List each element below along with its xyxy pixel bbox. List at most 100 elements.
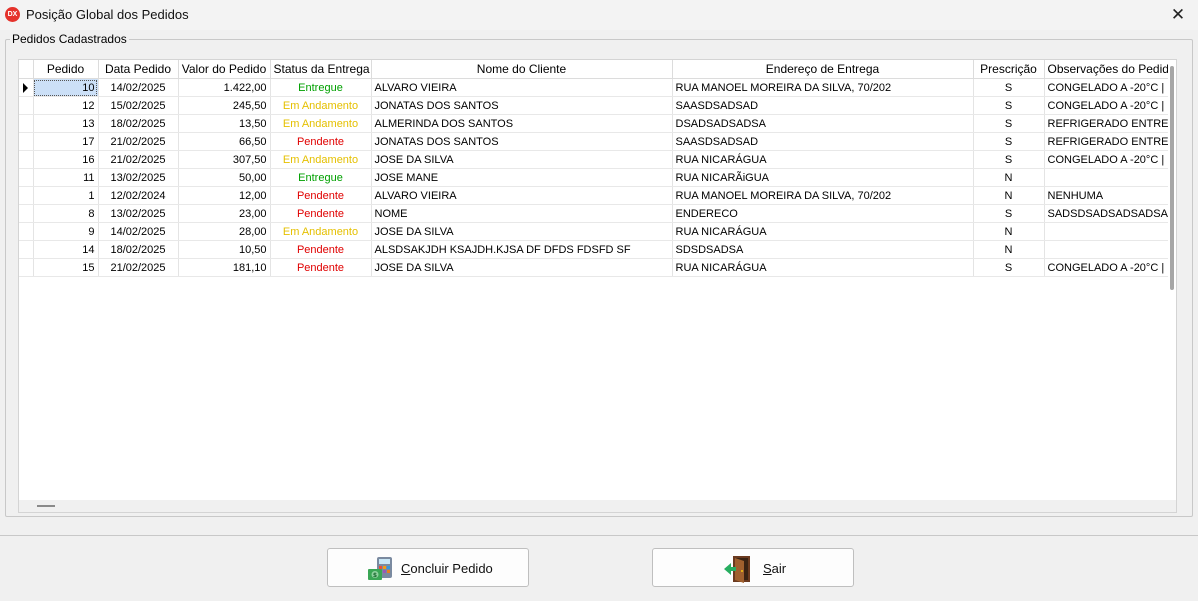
cell-data-pedido[interactable]: 15/02/2025 — [98, 96, 179, 115]
cell-valor[interactable]: 1.422,00 — [178, 78, 271, 97]
column-header[interactable]: Data Pedido — [98, 60, 179, 79]
cell-valor[interactable]: 307,50 — [178, 150, 271, 169]
table-row[interactable]: 10 14/02/2025 1.422,00 Entregue ALVARO VIEIR… — [19, 78, 1171, 97]
cell-prescricao[interactable]: N — [973, 186, 1045, 205]
cell-endereco[interactable]: RUA NICARÁGUA — [672, 150, 974, 169]
cell-endereco[interactable]: SAASDSADSAD — [672, 132, 974, 151]
cell-cliente[interactable]: JONATAS DOS SANTOS — [371, 132, 673, 151]
vertical-scroll-thumb[interactable] — [1170, 66, 1174, 290]
cell-pedido[interactable]: 16 — [33, 150, 99, 169]
cell-valor[interactable]: 245,50 — [178, 96, 271, 115]
cell-cliente[interactable]: JOSE DA SILVA — [371, 150, 673, 169]
cell-valor[interactable]: 12,00 — [178, 186, 271, 205]
cell-status[interactable]: Pendente — [270, 186, 372, 205]
cell-status[interactable]: Entregue — [270, 78, 372, 97]
row-indicator[interactable] — [19, 186, 34, 205]
cell-status[interactable]: Em Andamento — [270, 222, 372, 241]
cell-pedido[interactable]: 9 — [33, 222, 99, 241]
cell-observacoes[interactable]: CONGELADO A -20°C | REFRIGERADO — [1044, 96, 1171, 115]
cell-valor[interactable]: 66,50 — [178, 132, 271, 151]
cell-status[interactable]: Pendente — [270, 204, 372, 223]
cell-pedido[interactable]: 13 — [33, 114, 99, 133]
cell-observacoes[interactable]: SADSDSADSADSADSADSADSAD — [1044, 204, 1171, 223]
cell-cliente[interactable]: JOSE DA SILVA — [371, 222, 673, 241]
cell-status[interactable]: Pendente — [270, 132, 372, 151]
table-row[interactable]: 13 18/02/2025 13,50 Em Andamento ALMERINDA D… — [19, 114, 1171, 133]
row-indicator[interactable] — [19, 96, 34, 115]
column-header[interactable]: Status da Entrega — [270, 60, 372, 79]
cell-cliente[interactable]: JONATAS DOS SANTOS — [371, 96, 673, 115]
cell-pedido[interactable]: 8 — [33, 204, 99, 223]
cell-data-pedido[interactable]: 21/02/2025 — [98, 132, 179, 151]
cell-cliente[interactable]: JOSE DA SILVA — [371, 258, 673, 277]
cell-valor[interactable]: 28,00 — [178, 222, 271, 241]
cell-endereco[interactable]: RUA NICARÁGUA — [672, 222, 974, 241]
horizontal-scroll-thumb[interactable] — [37, 505, 55, 507]
cell-endereco[interactable]: RUA NICARÁGUA — [672, 258, 974, 277]
row-indicator[interactable] — [19, 240, 34, 259]
column-header[interactable]: Nome do Cliente — [371, 60, 673, 79]
column-header[interactable]: Valor do Pedido — [178, 60, 271, 79]
cell-pedido[interactable]: 1 — [33, 186, 99, 205]
row-indicator[interactable] — [19, 132, 34, 151]
row-indicator[interactable] — [19, 150, 34, 169]
column-header[interactable]: Endereço de Entrega — [672, 60, 974, 79]
cell-cliente[interactable]: ALMERINDA DOS SANTOS — [371, 114, 673, 133]
concluir-pedido-button[interactable]: $ Concluir Pedido — [327, 548, 529, 587]
cell-data-pedido[interactable]: 12/02/2024 — [98, 186, 179, 205]
cell-endereco[interactable]: SDSDSADSA — [672, 240, 974, 259]
table-row[interactable]: 8 13/02/2025 23,00 Pendente NOME ENDERECO S SAD… — [19, 204, 1171, 223]
cell-data-pedido[interactable]: 21/02/2025 — [98, 258, 179, 277]
row-indicator[interactable] — [19, 258, 34, 277]
cell-observacoes[interactable] — [1044, 222, 1171, 241]
cell-observacoes[interactable]: CONGELADO A -20°C | REFRIGERADO — [1044, 258, 1171, 277]
cell-data-pedido[interactable]: 18/02/2025 — [98, 240, 179, 259]
cell-pedido[interactable]: 15 — [33, 258, 99, 277]
cell-observacoes[interactable]: NENHUMA — [1044, 186, 1171, 205]
row-indicator[interactable] — [19, 204, 34, 223]
table-row[interactable]: 12 15/02/2025 245,50 Em Andamento JONATAS DO… — [19, 96, 1171, 115]
cell-pedido[interactable]: 11 — [33, 168, 99, 187]
cell-observacoes[interactable] — [1044, 168, 1171, 187]
cell-observacoes[interactable]: REFRIGERADO ENTRE 2°C e 8°C — [1044, 114, 1171, 133]
cell-prescricao[interactable]: N — [973, 168, 1045, 187]
cell-prescricao[interactable]: S — [973, 150, 1045, 169]
cell-observacoes[interactable]: REFRIGERADO ENTRE 2°C e 8°C — [1044, 132, 1171, 151]
cell-status[interactable]: Em Andamento — [270, 150, 372, 169]
vertical-scrollbar[interactable] — [1168, 60, 1176, 512]
horizontal-scrollbar[interactable] — [19, 500, 1176, 512]
table-row[interactable]: 9 14/02/2025 28,00 Em Andamento JOSE DA SILV… — [19, 222, 1171, 241]
row-indicator[interactable] — [19, 168, 34, 187]
cell-prescricao[interactable]: N — [973, 240, 1045, 259]
cell-valor[interactable]: 13,50 — [178, 114, 271, 133]
cell-prescricao[interactable]: S — [973, 258, 1045, 277]
table-row[interactable]: 1 12/02/2024 12,00 Pendente ALVARO VIEIRA RUA… — [19, 186, 1171, 205]
row-indicator[interactable] — [19, 78, 34, 97]
cell-observacoes[interactable]: CONGELADO A -20°C | NENHUMA — [1044, 78, 1171, 97]
cell-cliente[interactable]: ALVARO VIEIRA — [371, 186, 673, 205]
table-row[interactable]: 15 21/02/2025 181,10 Pendente JOSE DA SILVA R… — [19, 258, 1171, 277]
cell-pedido[interactable]: 12 — [33, 96, 99, 115]
cell-valor[interactable]: 23,00 — [178, 204, 271, 223]
cell-data-pedido[interactable]: 14/02/2025 — [98, 222, 179, 241]
cell-pedido[interactable]: 14 — [33, 240, 99, 259]
cell-data-pedido[interactable]: 13/02/2025 — [98, 168, 179, 187]
column-header[interactable]: Pedido — [33, 60, 99, 79]
cell-status[interactable]: Em Andamento — [270, 96, 372, 115]
cell-observacoes[interactable]: CONGELADO A -20°C | REFRIGERADO — [1044, 150, 1171, 169]
cell-status[interactable]: Entregue — [270, 168, 372, 187]
cell-valor[interactable]: 50,00 — [178, 168, 271, 187]
cell-data-pedido[interactable]: 18/02/2025 — [98, 114, 179, 133]
cell-observacoes[interactable] — [1044, 240, 1171, 259]
cell-pedido[interactable]: 10 — [33, 78, 99, 97]
cell-prescricao[interactable]: S — [973, 204, 1045, 223]
cell-endereco[interactable]: RUA MANOEL MOREIRA DA SILVA, 70/202 — [672, 78, 974, 97]
cell-endereco[interactable]: DSADSADSADSA — [672, 114, 974, 133]
table-row[interactable]: 11 13/02/2025 50,00 Entregue JOSE MANE RUA NI… — [19, 168, 1171, 187]
orders-grid[interactable]: Pedido Data Pedido Valor do Pedido Statu… — [18, 59, 1177, 513]
row-indicator[interactable] — [19, 114, 34, 133]
cell-cliente[interactable]: JOSE MANE — [371, 168, 673, 187]
cell-valor[interactable]: 10,50 — [178, 240, 271, 259]
column-header[interactable]: Prescrição — [973, 60, 1045, 79]
close-button[interactable]: ✕ — [1158, 0, 1198, 30]
